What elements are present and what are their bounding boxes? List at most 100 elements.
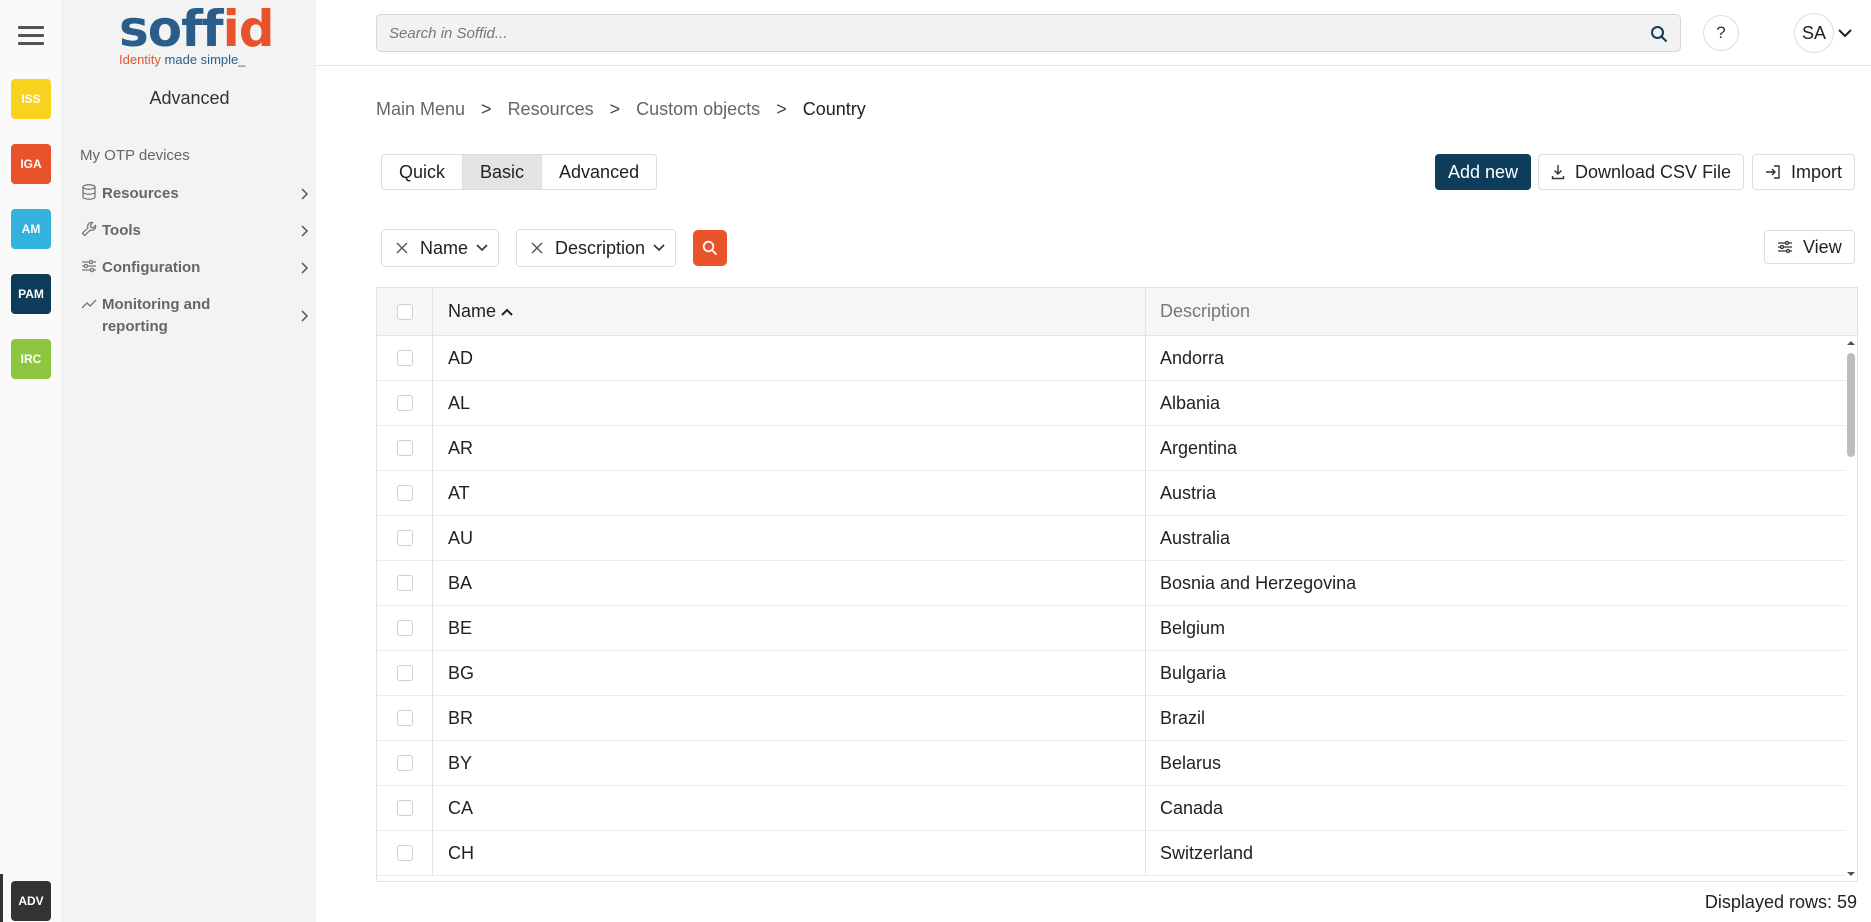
table-row[interactable]: BY Belarus: [377, 741, 1846, 786]
row-checkbox[interactable]: [396, 800, 413, 816]
row-checkbox[interactable]: [396, 620, 413, 636]
chevron-right-icon: [301, 310, 309, 322]
user-avatar[interactable]: SA: [1794, 13, 1834, 53]
row-checkbox[interactable]: [396, 575, 413, 591]
chevron-right-icon: [301, 225, 309, 237]
sidebar-item-label: Tools: [102, 222, 141, 239]
breadcrumb-resources[interactable]: Resources: [508, 99, 594, 120]
cell-name: AD: [433, 336, 1146, 380]
breadcrumb-main-menu[interactable]: Main Menu: [376, 99, 465, 120]
add-new-label: Add new: [1448, 161, 1519, 182]
app-irc-button[interactable]: IRC: [11, 339, 51, 379]
cell-description: Austria: [1160, 482, 1217, 503]
global-search: [376, 14, 1681, 52]
app-iss-button[interactable]: ISS: [11, 79, 51, 119]
cell-name: BY: [433, 741, 1146, 785]
scroll-down-icon[interactable]: [1847, 870, 1855, 878]
column-header-description[interactable]: Description: [1146, 288, 1857, 335]
search-icon[interactable]: [1650, 25, 1668, 43]
row-select-cell: [377, 381, 433, 425]
breadcrumb-separator: >: [609, 99, 621, 119]
table-row[interactable]: BA Bosnia and Herzegovina: [377, 561, 1846, 606]
cell-name: CA: [433, 786, 1146, 830]
active-app-indicator: [0, 874, 3, 922]
cell-name: CH: [433, 831, 1146, 875]
logo-tagline-end: made simple_: [164, 52, 246, 67]
sidebar-item-label: Configuration: [102, 259, 201, 276]
help-button[interactable]: ?: [1703, 15, 1739, 51]
app-iga-button[interactable]: IGA: [11, 144, 51, 184]
wrench-icon: [81, 221, 97, 237]
top-bar: ? SA: [316, 0, 1871, 66]
sidebar-item-resources[interactable]: Resources: [80, 183, 310, 205]
logo-tagline-start: Identity: [119, 52, 161, 67]
table-row[interactable]: AD Andorra: [377, 336, 1846, 381]
sidebar-item-label: Resources: [102, 185, 179, 202]
scroll-up-icon[interactable]: [1847, 339, 1855, 347]
row-checkbox[interactable]: [396, 350, 413, 366]
add-new-button[interactable]: Add new: [1435, 154, 1532, 190]
row-select-cell: [377, 831, 433, 875]
sidebar-item-configuration[interactable]: Configuration: [80, 257, 310, 279]
tab-quick[interactable]: Quick: [382, 155, 464, 189]
table-scrollbar[interactable]: [1844, 336, 1857, 881]
table-row[interactable]: AU Australia: [377, 516, 1846, 561]
filter-description[interactable]: Description: [516, 229, 677, 267]
row-select-cell: [377, 426, 433, 470]
table-row[interactable]: CA Canada: [377, 786, 1846, 831]
cell-description: Australia: [1160, 527, 1231, 548]
column-header-label: Description: [1160, 301, 1251, 321]
tab-basic[interactable]: Basic: [463, 155, 543, 189]
row-checkbox[interactable]: [396, 665, 413, 681]
table-row[interactable]: BE Belgium: [377, 606, 1846, 651]
table-row[interactable]: AT Austria: [377, 471, 1846, 516]
sidebar-item-tools[interactable]: Tools: [80, 220, 310, 242]
row-checkbox[interactable]: [396, 440, 413, 456]
row-checkbox[interactable]: [396, 845, 413, 861]
logo-word-accent: id: [222, 0, 275, 58]
breadcrumb-custom-objects[interactable]: Custom objects: [636, 99, 760, 120]
row-select-cell: [377, 471, 433, 515]
select-all-checkbox[interactable]: [396, 303, 413, 320]
search-mode-tabs: Quick Basic Advanced: [381, 154, 658, 190]
import-button[interactable]: Import: [1752, 154, 1856, 190]
row-select-cell: [377, 516, 433, 560]
column-header-name[interactable]: Name: [433, 288, 1146, 335]
soffid-logo[interactable]: soffid Identity made simple_: [119, 4, 275, 67]
table-row[interactable]: BG Bulgaria: [377, 651, 1846, 696]
table-row[interactable]: AL Albania: [377, 381, 1846, 426]
download-icon: [1551, 165, 1565, 180]
cell-name: BE: [433, 606, 1146, 650]
view-button[interactable]: View: [1764, 230, 1855, 264]
close-icon[interactable]: [531, 242, 543, 254]
download-csv-button[interactable]: Download CSV File: [1538, 154, 1745, 190]
row-checkbox[interactable]: [396, 710, 413, 726]
row-checkbox[interactable]: [396, 755, 413, 771]
row-checkbox[interactable]: [396, 395, 413, 411]
app-am-button[interactable]: AM: [11, 209, 51, 249]
chevron-down-icon: [653, 244, 665, 252]
chevron-right-icon: [301, 188, 309, 200]
table-row[interactable]: BR Brazil: [377, 696, 1846, 741]
app-adv-button[interactable]: ADV: [11, 881, 51, 921]
cell-name: AL: [433, 381, 1146, 425]
row-checkbox[interactable]: [396, 485, 413, 501]
table-row[interactable]: CH Switzerland: [377, 831, 1846, 876]
app-pam-button[interactable]: PAM: [11, 274, 51, 314]
scrollbar-thumb[interactable]: [1847, 353, 1855, 457]
sidebar-item-monitoring[interactable]: Monitoring and reporting: [80, 294, 310, 338]
hamburger-menu-icon[interactable]: [18, 26, 44, 46]
filter-name[interactable]: Name: [381, 229, 500, 267]
import-label: Import: [1791, 161, 1843, 182]
row-checkbox[interactable]: [396, 530, 413, 546]
tab-advanced[interactable]: Advanced: [542, 155, 656, 189]
search-input[interactable]: [389, 15, 1629, 51]
search-button[interactable]: [693, 230, 727, 266]
chevron-down-icon[interactable]: [1838, 27, 1852, 39]
close-icon[interactable]: [396, 242, 408, 254]
cell-name: AR: [433, 426, 1146, 470]
view-label: View: [1803, 236, 1842, 257]
sidebar-link-otp-devices[interactable]: My OTP devices: [80, 147, 190, 164]
table-row[interactable]: AR Argentina: [377, 426, 1846, 471]
app-window: ISS IGA AM PAM IRC ADV soffid Identity m…: [0, 0, 1871, 922]
